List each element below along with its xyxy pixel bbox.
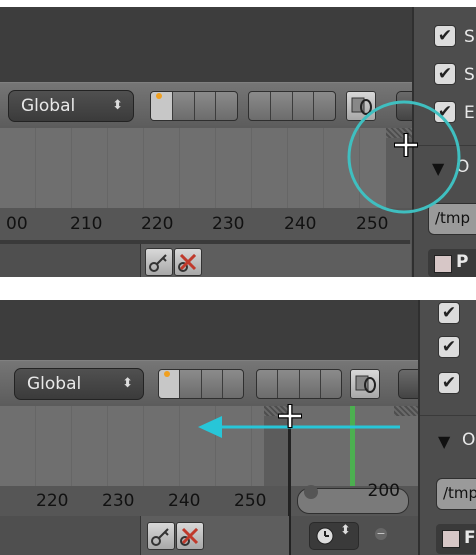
clock-icon: [316, 527, 334, 545]
layer-button[interactable]: [216, 92, 237, 120]
right-bottom-strip: ⬍ −: [291, 516, 418, 555]
checkbox[interactable]: ✔: [438, 372, 460, 394]
highlight-annotation: [347, 100, 461, 214]
checkbox[interactable]: ✔: [434, 25, 456, 47]
layer-button[interactable]: [314, 92, 335, 120]
output-path-value: /tmp: [443, 484, 476, 502]
layer-grid-1[interactable]: [150, 91, 238, 121]
layer-button[interactable]: [173, 92, 195, 120]
properties-sidebar: ✔ ✔ ✔ ▼ O /tmp F: [418, 300, 476, 555]
frame-ruler[interactable]: 220 230 240 250: [0, 486, 288, 516]
editor-dark-area: [0, 300, 418, 360]
minus-icon[interactable]: −: [375, 528, 387, 540]
link-icon: [355, 375, 376, 393]
ruler-tick-label: 250: [234, 491, 267, 511]
editor-dark-area: [0, 7, 420, 82]
collapse-triangle-icon[interactable]: ▼: [438, 432, 450, 451]
footer-label: F: [464, 528, 476, 548]
pivot-dropdown[interactable]: Global ⬍: [14, 368, 144, 400]
layer-button[interactable]: [300, 370, 321, 398]
pivot-dropdown[interactable]: Global ⬍: [8, 90, 134, 122]
keyframe-key-button[interactable]: [147, 522, 175, 550]
timeline-editor-after: Global ⬍ 220 230 240 250 200 ⬍ − ✔ ✔ ✔ ▼…: [0, 300, 476, 555]
keyframe-key-icon: [149, 254, 167, 272]
layer-button[interactable]: [321, 370, 341, 398]
layer-button[interactable]: [195, 92, 217, 120]
up-down-arrows-icon: ⬍: [122, 376, 133, 391]
section-divider: [420, 415, 476, 416]
layer-button[interactable]: [257, 370, 279, 398]
checkbox[interactable]: ✔: [438, 302, 460, 324]
render-icon: [442, 530, 460, 548]
checkbox-label: S: [464, 65, 475, 85]
delete-key-icon: [180, 527, 199, 546]
up-down-arrows-icon: ⬍: [340, 523, 351, 538]
layer-button[interactable]: [202, 370, 223, 398]
ruler-tick-label: 00: [6, 214, 28, 234]
timeline-area[interactable]: [0, 128, 386, 208]
ruler-tick-label: 230: [102, 491, 135, 511]
layer-grid-2[interactable]: [256, 369, 342, 399]
layer-button[interactable]: [223, 370, 243, 398]
field-left-cap: [304, 485, 318, 499]
ruler-tick-label: 230: [212, 214, 245, 234]
pivot-dropdown-label: Global: [21, 96, 76, 116]
footer-button[interactable]: F: [436, 524, 476, 554]
up-down-arrows-icon: ⬍: [112, 98, 123, 113]
layer-button[interactable]: [249, 92, 271, 120]
frame-number-value: 200: [367, 481, 400, 501]
frame-number-field[interactable]: 200: [297, 481, 409, 514]
delete-key-icon: [178, 253, 197, 272]
bottom-toolbar: [140, 244, 411, 277]
ruler-tick-label: 240: [168, 491, 201, 511]
ruler-tick-label: 210: [70, 214, 103, 234]
layer-grid-1[interactable]: [158, 369, 244, 399]
ruler-tick-label: 240: [284, 214, 317, 234]
cursor-crosshair-icon: [394, 133, 418, 157]
checkbox[interactable]: ✔: [438, 336, 460, 358]
checkbox[interactable]: ✔: [434, 63, 456, 85]
output-path-field[interactable]: /tmp: [436, 478, 476, 510]
checkbox-label: S: [464, 27, 475, 47]
active-layer-dot-icon: [156, 93, 162, 99]
keyframe-key-icon: [151, 528, 169, 546]
timeline-editor-before: Global ⬍ 00 210 220 230 240 250 ✔ S ✔ S …: [0, 7, 476, 277]
layer-grid-2[interactable]: [248, 91, 336, 121]
footer-button[interactable]: P: [428, 249, 476, 277]
cursor-crosshair-icon: [278, 404, 302, 428]
active-layer-dot-icon: [164, 371, 170, 377]
ruler-tick-label: 220: [36, 491, 69, 511]
layer-button[interactable]: [293, 92, 315, 120]
keyframe-key-button[interactable]: [145, 248, 173, 276]
section-label: O: [462, 430, 476, 450]
link-toggle-button[interactable]: [350, 369, 380, 399]
layer-button[interactable]: [271, 92, 293, 120]
footer-label: P: [456, 252, 469, 272]
bottom-toolbar: [140, 516, 289, 555]
delete-key-button[interactable]: [174, 248, 202, 276]
render-icon: [434, 255, 452, 273]
layer-button[interactable]: [278, 370, 300, 398]
layer-button[interactable]: [180, 370, 202, 398]
frame-ruler-right: 200: [291, 481, 418, 516]
ruler-tick-label: 220: [141, 214, 174, 234]
editor-type-button[interactable]: ⬍: [309, 522, 359, 550]
pivot-dropdown-label: Global: [27, 374, 82, 394]
delete-key-button[interactable]: [176, 522, 204, 550]
timeline-header: Global ⬍: [0, 360, 430, 408]
